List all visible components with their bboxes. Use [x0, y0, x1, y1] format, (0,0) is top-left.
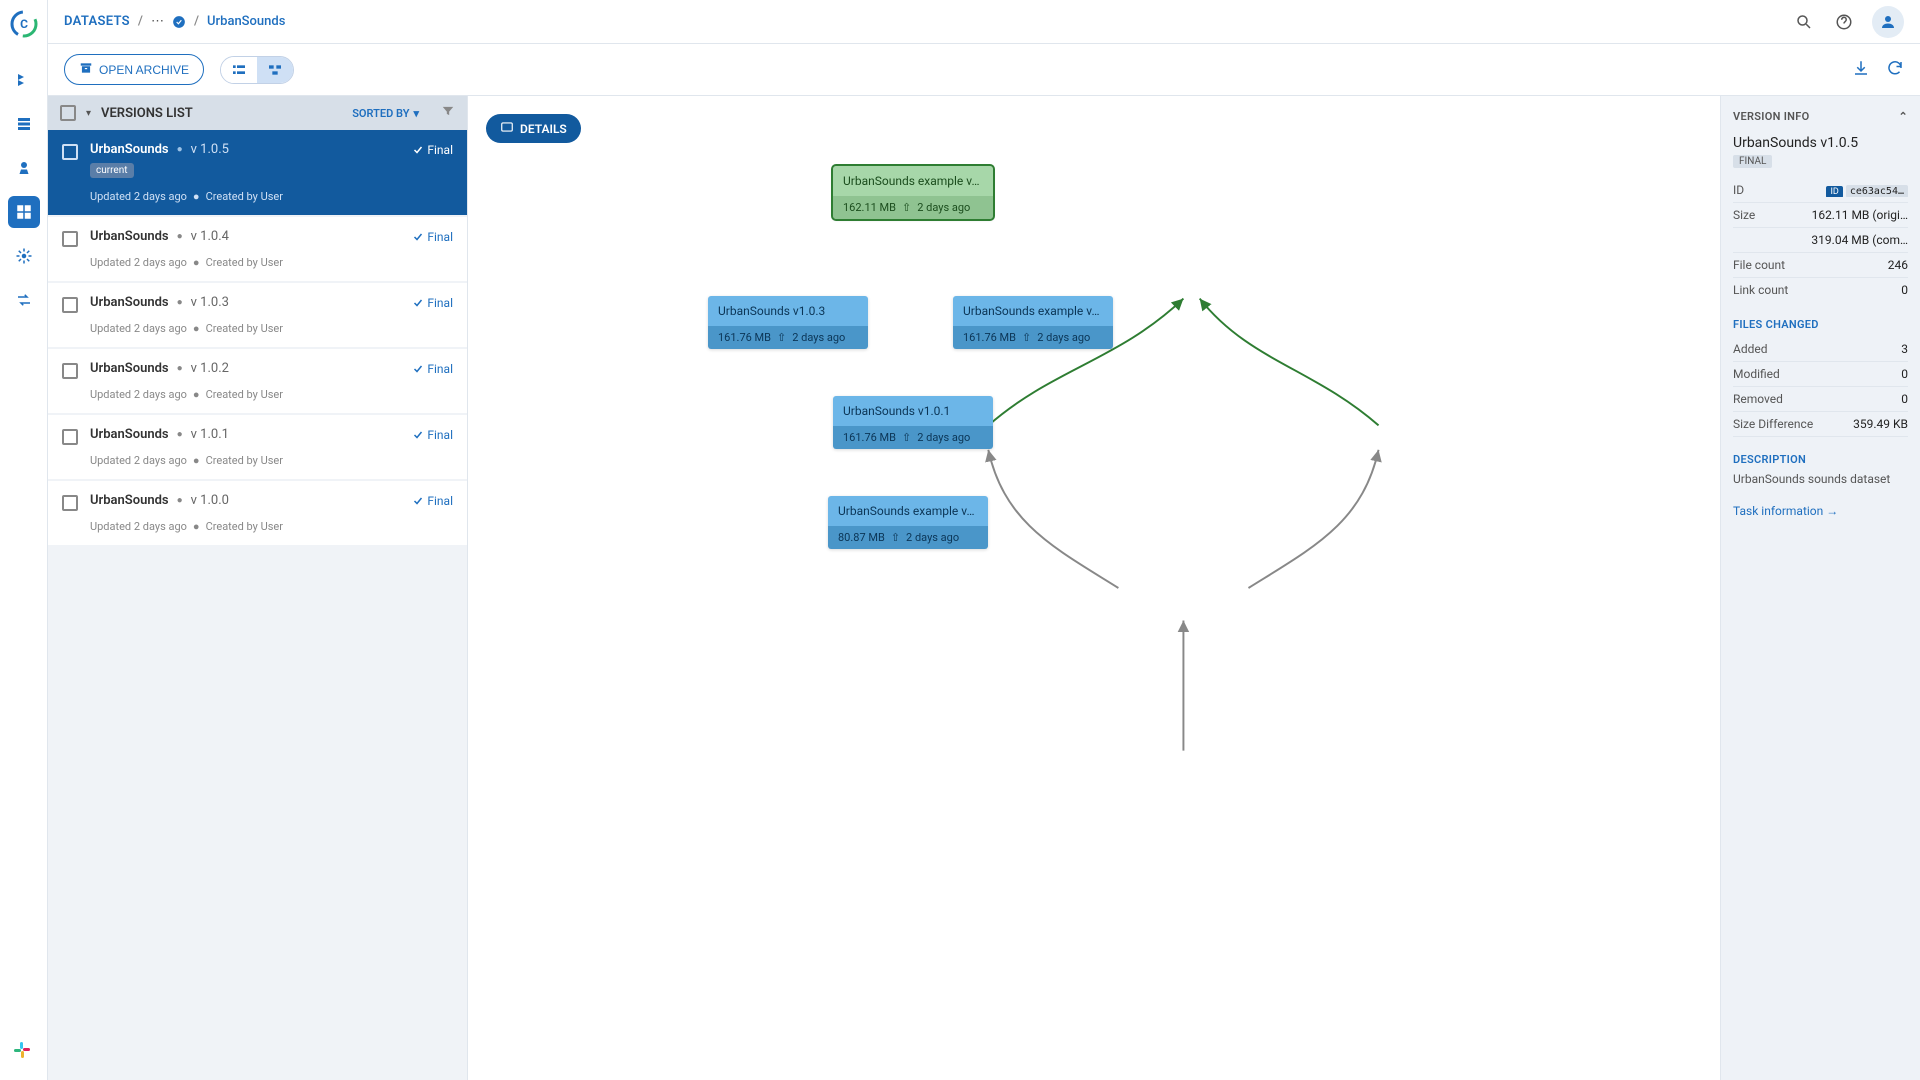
version-name: UrbanSounds — [90, 295, 169, 310]
version-number: v 1.0.2 — [191, 361, 229, 376]
tune-icon[interactable] — [203, 104, 217, 122]
current-badge: current — [90, 163, 134, 178]
files-changed-header: FILES CHANGED — [1733, 318, 1908, 331]
final-badge: Final — [412, 494, 453, 508]
version-number: v 1.0.5 — [191, 142, 229, 157]
nav-rail: C — [0, 0, 48, 1080]
open-archive-button[interactable]: OPEN ARCHIVE — [64, 54, 204, 85]
view-graph-button[interactable] — [257, 57, 293, 83]
graph-node[interactable]: UrbanSounds example v… 161.76 MB⇧2 days … — [953, 296, 1113, 349]
version-card[interactable]: UrbanSounds●v 1.0.3 FinalUpdated 2 days … — [48, 283, 467, 347]
app-logo[interactable]: C — [8, 8, 40, 40]
view-list-button[interactable] — [221, 57, 257, 83]
details-button[interactable]: DETAILS — [486, 114, 581, 143]
versions-panel: ▾ VERSIONS LIST SORTED BY ▾ UrbanSounds●… — [48, 96, 468, 1080]
archive-icon — [79, 61, 93, 78]
final-badge: Final — [412, 143, 453, 157]
graph-node[interactable]: UrbanSounds v1.0.1 161.76 MB⇧2 days ago — [833, 396, 993, 449]
nav-item-1[interactable] — [8, 64, 40, 96]
version-card[interactable]: UrbanSounds●v 1.0.1 FinalUpdated 2 days … — [48, 415, 467, 479]
version-card[interactable]: UrbanSounds●v 1.0.2 FinalUpdated 2 days … — [48, 349, 467, 413]
topbar: DATASETS / ⋯ / UrbanSounds — [48, 0, 1920, 44]
version-checkbox[interactable] — [62, 429, 78, 445]
version-number: v 1.0.3 — [191, 295, 229, 310]
version-checkbox[interactable] — [62, 297, 78, 313]
description-header: DESCRIPTION — [1733, 453, 1908, 466]
nav-item-2[interactable] — [8, 108, 40, 140]
nav-item-3[interactable] — [8, 152, 40, 184]
version-checkbox[interactable] — [62, 495, 78, 511]
final-badge: Final — [412, 230, 453, 244]
graph-node[interactable]: UrbanSounds example v… 80.87 MB⇧2 days a… — [828, 496, 988, 549]
version-name: UrbanSounds — [90, 427, 169, 442]
final-badge: Final — [412, 362, 453, 376]
select-all-checkbox[interactable] — [60, 105, 76, 121]
toolbar: OPEN ARCHIVE — [48, 44, 1920, 96]
version-name: UrbanSounds — [90, 142, 169, 157]
version-number: v 1.0.4 — [191, 229, 229, 244]
version-card[interactable]: UrbanSounds●v 1.0.4 FinalUpdated 2 days … — [48, 217, 467, 281]
nav-item-5[interactable] — [8, 240, 40, 272]
version-title: UrbanSounds v1.0.5 — [1733, 135, 1908, 151]
refresh-icon[interactable] — [1886, 59, 1904, 81]
final-chip: FINAL — [1733, 155, 1772, 168]
verified-icon — [172, 14, 186, 29]
search-icon[interactable] — [1792, 10, 1816, 34]
filter-icon[interactable] — [441, 104, 455, 122]
upload-icon: ⇧ — [1022, 331, 1031, 344]
upload-icon: ⇧ — [777, 331, 786, 344]
versions-header: ▾ VERSIONS LIST SORTED BY ▾ — [48, 96, 467, 130]
version-card[interactable]: UrbanSounds●v 1.0.0 FinalUpdated 2 days … — [48, 481, 467, 545]
version-name: UrbanSounds — [90, 493, 169, 508]
final-badge: Final — [412, 428, 453, 442]
breadcrumb-current[interactable]: UrbanSounds — [207, 14, 285, 29]
download-icon[interactable] — [1852, 59, 1870, 81]
version-name: UrbanSounds — [90, 229, 169, 244]
chevron-down-icon[interactable]: ▾ — [86, 108, 91, 119]
svg-text:C: C — [20, 17, 28, 31]
info-header-label: VERSION INFO — [1733, 110, 1810, 123]
help-icon[interactable] — [1832, 10, 1856, 34]
breadcrumb-root[interactable]: DATASETS — [64, 14, 130, 29]
nav-item-6[interactable] — [8, 284, 40, 316]
version-checkbox[interactable] — [62, 231, 78, 247]
details-icon — [500, 120, 514, 137]
versions-list: UrbanSounds●v 1.0.5 FinalcurrentUpdated … — [48, 130, 467, 1080]
graph-node[interactable]: UrbanSounds v1.0.3 161.76 MB⇧2 days ago — [708, 296, 868, 349]
version-number: v 1.0.1 — [191, 427, 229, 442]
version-name: UrbanSounds — [90, 361, 169, 376]
task-information-link[interactable]: Task information → — [1733, 504, 1838, 518]
final-badge: Final — [412, 296, 453, 310]
graph-edges — [468, 96, 1720, 1080]
version-checkbox[interactable] — [62, 144, 78, 160]
upload-icon: ⇧ — [902, 201, 911, 214]
nav-item-datasets[interactable] — [8, 196, 40, 228]
graph-node-current[interactable]: UrbanSounds example v… 162.11 MB⇧2 days … — [833, 166, 993, 219]
version-number: v 1.0.0 — [191, 493, 229, 508]
breadcrumb-collapsed[interactable]: ⋯ — [151, 14, 164, 29]
view-toggle — [220, 56, 294, 84]
description-text: UrbanSounds sounds dataset — [1733, 472, 1908, 486]
slack-icon[interactable] — [12, 1040, 36, 1064]
user-avatar[interactable] — [1872, 6, 1904, 38]
sorted-by-dropdown[interactable]: SORTED BY ▾ — [352, 107, 419, 120]
version-card[interactable]: UrbanSounds●v 1.0.5 FinalcurrentUpdated … — [48, 130, 467, 215]
upload-icon: ⇧ — [902, 431, 911, 444]
collapse-icon[interactable]: ⌃ — [1898, 110, 1908, 123]
graph-canvas[interactable]: DETAILS UrbanSounds example v… 162.11 M — [468, 96, 1720, 1080]
upload-icon: ⇧ — [891, 531, 900, 544]
version-checkbox[interactable] — [62, 363, 78, 379]
breadcrumb: DATASETS / ⋯ / UrbanSounds — [64, 14, 285, 29]
info-panel: VERSION INFO ⌃ UrbanSounds v1.0.5 FINAL … — [1720, 96, 1920, 1080]
